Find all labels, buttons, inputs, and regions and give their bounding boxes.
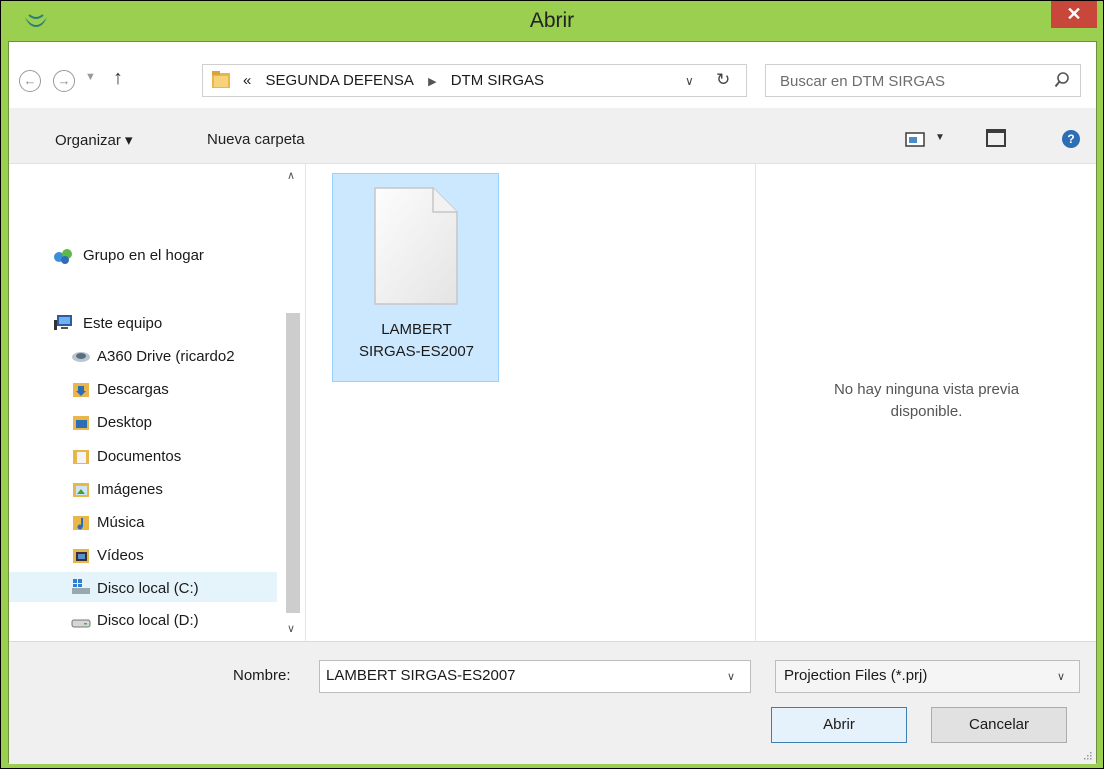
preview-message-line-2: disponible. xyxy=(890,403,963,420)
scrollbar-thumb[interactable] xyxy=(286,313,300,613)
address-bar[interactable]: « SEGUNDA DEFENSA ▶ DTM SIRGAS ∨ ↻ xyxy=(202,64,747,97)
documents-folder-icon xyxy=(73,450,89,464)
new-folder-button[interactable]: Nueva carpeta xyxy=(207,131,305,148)
desktop-folder-icon xyxy=(73,416,89,430)
search-input[interactable]: Buscar en DTM SIRGAS xyxy=(765,64,1081,97)
search-placeholder: Buscar en DTM SIRGAS xyxy=(780,73,946,90)
sidebar-item-pictures[interactable]: Imágenes xyxy=(97,481,163,498)
system-drive-icon xyxy=(72,579,90,594)
file-name-label: Nombre: xyxy=(233,667,291,684)
command-bar: Organizar ▾ Nueva carpeta ▼ ? xyxy=(9,108,1096,164)
cloud-drive-icon xyxy=(72,352,90,362)
preview-pane: No hay ninguna vista previa disponible. xyxy=(755,164,1097,641)
window-title: Abrir xyxy=(529,9,575,32)
open-file-dialog: Abrir ✕ ← → ▼ ↑ « SEGUNDA DEFENSA ▶ DTM … xyxy=(0,0,1104,769)
file-name-dropdown-icon[interactable]: ∨ xyxy=(727,670,735,683)
sidebar-item-music[interactable]: Música xyxy=(97,514,145,531)
help-icon[interactable]: ? xyxy=(1062,130,1080,148)
downloads-folder-icon xyxy=(73,383,89,397)
change-view-button[interactable]: ▼ xyxy=(905,131,949,149)
title-bar[interactable]: Abrir ✕ xyxy=(1,1,1103,41)
dialog-footer: Nombre: LAMBERT SIRGAS-ES2007 ∨ Projecti… xyxy=(9,641,1096,764)
computer-icon xyxy=(54,315,72,330)
open-button[interactable]: Abrir xyxy=(771,707,907,743)
recent-locations-button[interactable]: ▼ xyxy=(85,71,96,83)
breadcrumb-item-dtm-sirgas[interactable]: DTM SIRGAS xyxy=(451,72,544,89)
preview-pane-toggle-icon[interactable] xyxy=(986,129,1006,147)
sidebar-item-desktop[interactable]: Desktop xyxy=(97,414,152,431)
pictures-folder-icon xyxy=(73,483,89,497)
file-type-dropdown-icon[interactable]: ∨ xyxy=(1057,670,1065,683)
drive-icon xyxy=(71,619,91,628)
navigation-bar: ← → ▼ ↑ « SEGUNDA DEFENSA ▶ DTM SIRGAS ∨… xyxy=(9,42,1096,108)
sidebar-item-this-pc[interactable]: Este equipo xyxy=(83,315,162,332)
forward-button[interactable]: → xyxy=(53,70,75,92)
cancel-button[interactable]: Cancelar xyxy=(931,707,1067,743)
navigation-pane: Grupo en el hogar Este equipo A360 Drive… xyxy=(9,164,303,641)
close-button[interactable]: ✕ xyxy=(1051,1,1097,28)
sidebar-scrollbar[interactable]: ∧ ∨ xyxy=(283,164,303,641)
view-options-icon xyxy=(905,132,925,147)
refresh-button[interactable]: ↻ xyxy=(716,70,730,90)
file-name-field[interactable]: LAMBERT SIRGAS-ES2007 xyxy=(319,660,751,693)
file-item[interactable]: LAMBERT SIRGAS-ES2007 xyxy=(332,173,499,382)
folder-icon xyxy=(212,71,230,88)
breadcrumb-item-segunda-defensa[interactable]: SEGUNDA DEFENSA xyxy=(266,72,414,89)
file-type-select[interactable]: Projection Files (*.prj) xyxy=(775,660,1080,693)
file-name: LAMBERT SIRGAS-ES2007 xyxy=(333,319,500,363)
file-name-line-1: LAMBERT xyxy=(381,321,452,338)
resize-grip-icon[interactable] xyxy=(1082,750,1092,760)
sidebar-item-documents[interactable]: Documentos xyxy=(97,448,181,465)
file-name-line-2: SIRGAS-ES2007 xyxy=(358,343,475,360)
breadcrumb: « SEGUNDA DEFENSA ▶ DTM SIRGAS xyxy=(243,72,554,89)
back-button[interactable]: ← xyxy=(19,70,41,92)
scroll-down-icon[interactable]: ∨ xyxy=(287,622,295,635)
search-icon[interactable] xyxy=(1054,71,1070,89)
breadcrumb-overflow[interactable]: « xyxy=(243,72,251,89)
sidebar-item-homegroup[interactable]: Grupo en el hogar xyxy=(83,247,204,264)
breadcrumb-separator-icon[interactable]: ▶ xyxy=(428,76,436,88)
sidebar-item-local-disk-c[interactable]: Disco local (C:) xyxy=(97,580,199,597)
sidebar-item-downloads[interactable]: Descargas xyxy=(97,381,169,398)
blank-file-icon xyxy=(374,187,458,305)
scroll-up-icon[interactable]: ∧ xyxy=(287,169,295,182)
sidebar-item-a360-drive[interactable]: A360 Drive (ricardo2 xyxy=(97,348,235,365)
organize-menu-button[interactable]: Organizar ▾ xyxy=(55,131,133,149)
views-dropdown-icon: ▼ xyxy=(935,132,945,143)
sidebar-item-videos[interactable]: Vídeos xyxy=(97,547,144,564)
sidebar-item-local-disk-d[interactable]: Disco local (D:) xyxy=(97,612,199,629)
dialog-body: ← → ▼ ↑ « SEGUNDA DEFENSA ▶ DTM SIRGAS ∨… xyxy=(8,41,1097,764)
address-dropdown-button[interactable]: ∨ xyxy=(685,74,694,88)
up-folder-button[interactable]: ↑ xyxy=(113,67,123,90)
music-folder-icon xyxy=(73,516,89,530)
file-list: LAMBERT SIRGAS-ES2007 xyxy=(305,164,756,641)
preview-message-line-1: No hay ninguna vista previa xyxy=(833,381,1020,398)
homegroup-icon xyxy=(54,249,72,264)
preview-message: No hay ninguna vista previa disponible. xyxy=(756,379,1097,423)
videos-folder-icon xyxy=(73,549,89,563)
